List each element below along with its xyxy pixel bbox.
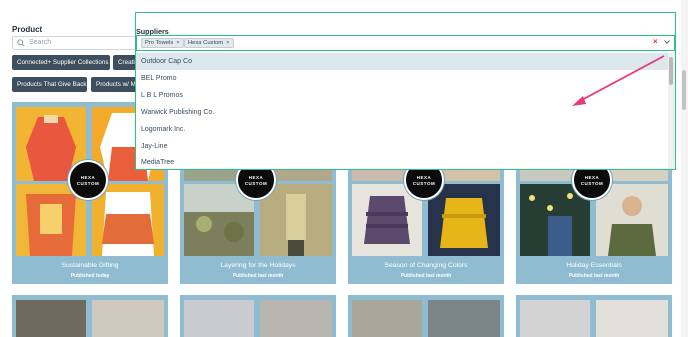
collection-card[interactable]	[180, 295, 336, 337]
product-image	[260, 300, 332, 337]
options-scrollbar-thumb[interactable]	[669, 57, 673, 85]
collection-title: Sustainable Gifting	[61, 262, 119, 269]
clear-selection-icon[interactable]: ×	[653, 38, 658, 46]
connected-supplier-collections-button[interactable]: Connected+ Supplier Collections	[12, 55, 110, 70]
product-image	[16, 300, 86, 337]
collection-status: Published last month	[400, 273, 452, 279]
supplier-option[interactable]: L B L Promos	[136, 87, 668, 104]
supplier-option[interactable]: Outdoor Cap Co	[136, 53, 668, 70]
supplier-option[interactable]: Warwick Publishing Co.	[136, 104, 668, 121]
search-input[interactable]: Search	[12, 36, 138, 50]
collection-title: Layering for the Holidays	[220, 262, 296, 269]
page-scrollbar-thumb[interactable]	[682, 70, 686, 110]
selected-supplier-chip[interactable]: Pro Towels ×	[141, 38, 184, 48]
supplier-option[interactable]: Jay-Line	[136, 138, 668, 155]
product-image	[352, 300, 422, 337]
collection-status: Published last month	[232, 273, 284, 279]
product-image	[260, 184, 332, 256]
collection-card[interactable]	[348, 295, 504, 337]
products-that-give-back-button[interactable]: Products That Give Back	[12, 77, 87, 92]
product-image	[596, 300, 668, 337]
search-icon	[17, 39, 25, 47]
product-image	[520, 300, 590, 337]
chevron-down-icon[interactable]	[664, 40, 670, 44]
products-with-mission-button[interactable]: Products w/ Mi	[91, 77, 139, 92]
collection-title: Season of Changing Colors	[384, 262, 468, 269]
collection-status: Published today	[70, 273, 110, 279]
product-image	[92, 300, 164, 337]
person-illustration	[260, 184, 332, 256]
puffer-jacket-illustration	[428, 184, 500, 256]
jacket-illustration	[102, 192, 154, 256]
chip-remove-icon[interactable]: ×	[176, 40, 179, 46]
collection-card[interactable]	[12, 295, 168, 337]
product-label: Product	[12, 25, 43, 34]
product-image	[184, 300, 254, 337]
search-placeholder: Search	[29, 39, 52, 46]
brand-logo-badge: HEXA CUSTOM	[68, 160, 108, 200]
person-illustration	[596, 184, 668, 256]
page-scrollbar[interactable]	[681, 0, 688, 337]
product-image	[428, 300, 500, 337]
selected-supplier-chip[interactable]: Hexa Custom ×	[184, 38, 234, 48]
supplier-option[interactable]: MediaTree	[136, 154, 668, 171]
chip-remove-icon[interactable]: ×	[226, 40, 229, 46]
product-image	[428, 184, 500, 256]
product-image	[596, 184, 668, 256]
collection-status: Published last month	[568, 273, 620, 279]
product-image	[92, 184, 164, 256]
supplier-option[interactable]: BEL Promo	[136, 70, 668, 87]
supplier-option[interactable]: Logomark Inc.	[136, 121, 668, 138]
collection-title: Holiday Essentials	[566, 262, 622, 269]
collection-card[interactable]	[516, 295, 672, 337]
